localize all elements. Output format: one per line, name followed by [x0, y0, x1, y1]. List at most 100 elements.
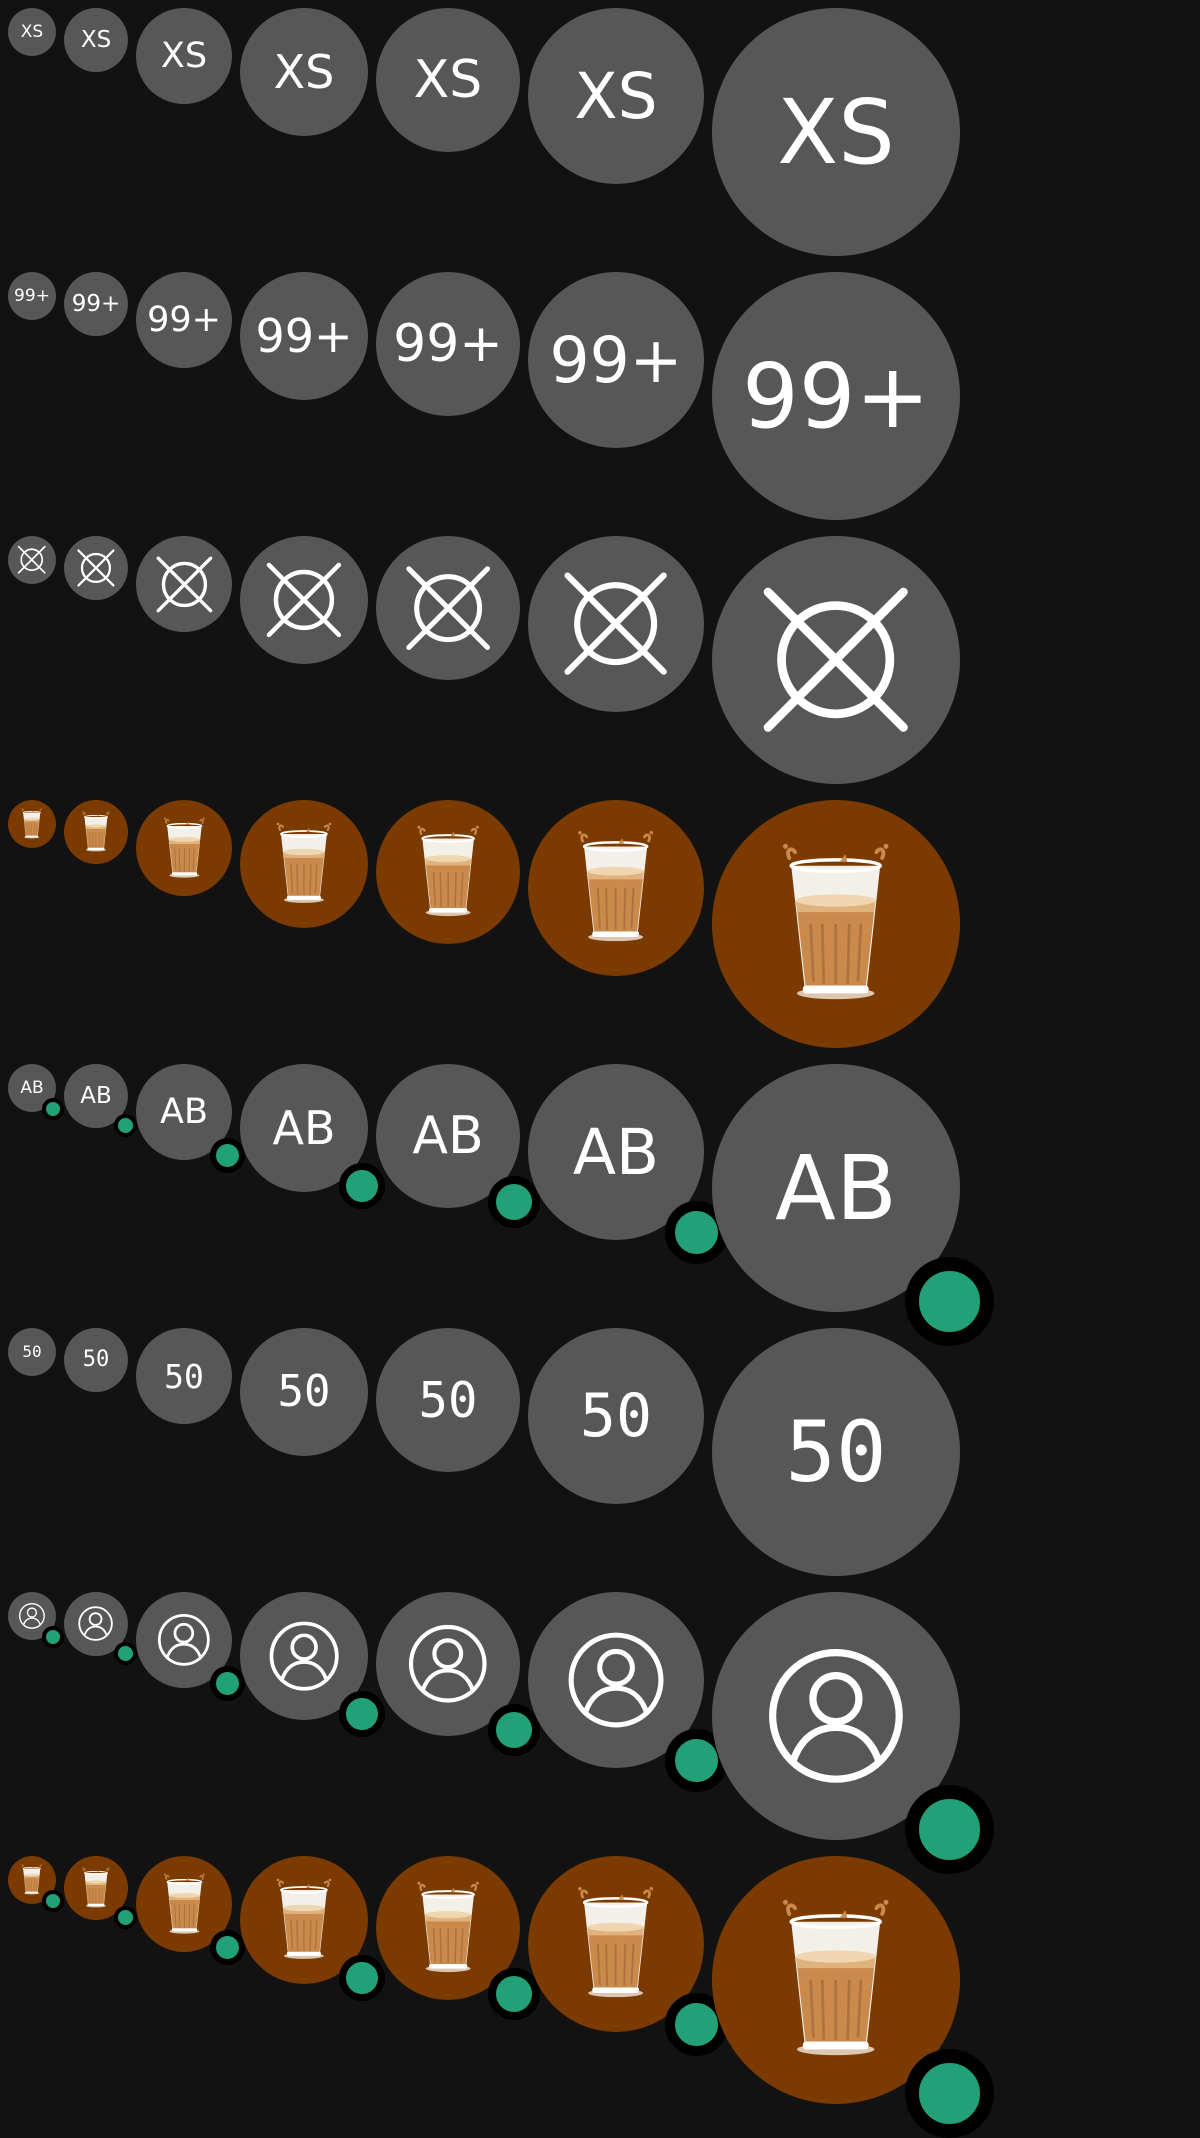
avatar-row-2: 99+ 99+ 99+ 99+ 99+ 99+ 99+	[0, 264, 1200, 528]
no-image-icon	[254, 550, 354, 650]
user-icon	[18, 1602, 46, 1630]
online-status-indicator	[210, 1666, 245, 1701]
avatar-initials: XS	[414, 54, 483, 106]
avatar-xl	[376, 536, 520, 680]
avatar-row-4	[0, 792, 1200, 1056]
avatar-xs	[8, 800, 56, 848]
avatar-sm	[64, 1592, 128, 1656]
avatar-md	[136, 1592, 232, 1688]
avatar-initials: XS	[777, 88, 894, 177]
avatar-initials: 50	[83, 1349, 110, 1371]
avatar-row-5: ABABABABABABAB	[0, 1056, 1200, 1320]
avatar-md	[136, 1856, 232, 1952]
avatar-lg: XS	[240, 8, 368, 136]
avatar-xs: 99+	[8, 272, 56, 320]
chai-glass-image	[739, 1883, 932, 2076]
user-icon	[267, 1619, 341, 1693]
chai-glass-image	[71, 807, 121, 857]
avatar-initials: 99+	[147, 303, 221, 338]
avatar-md: 99+	[136, 272, 232, 368]
chai-glass-image	[147, 811, 222, 886]
avatar-sm	[64, 1856, 128, 1920]
avatar-initials: 50	[164, 1360, 204, 1393]
avatar-xl	[376, 1592, 520, 1736]
chai-glass-image	[254, 814, 354, 914]
online-status-indicator	[42, 1098, 64, 1120]
avatar-3xl	[712, 1592, 960, 1840]
avatar-initials: 50	[580, 1386, 652, 1446]
avatar-sm	[64, 536, 128, 600]
avatar-xl: 50	[376, 1328, 520, 1472]
avatar-xs: 50	[8, 1328, 56, 1376]
avatar-3xl: 50	[712, 1328, 960, 1576]
online-status-indicator	[488, 1968, 540, 2020]
avatar-row-8	[0, 1848, 1200, 2112]
avatar-initials: AB	[412, 1110, 483, 1162]
no-image-icon	[739, 563, 932, 756]
online-status-indicator	[42, 1626, 64, 1648]
avatar-3xl	[712, 536, 960, 784]
avatar-initials: XS	[161, 39, 207, 74]
avatar-xs	[8, 1592, 56, 1640]
chai-glass-image	[13, 805, 50, 842]
avatar-3xl: XS	[712, 8, 960, 256]
avatar-xs: AB	[8, 1064, 56, 1112]
avatar-2xl: 50	[528, 1328, 704, 1504]
avatar-lg	[240, 800, 368, 928]
online-status-indicator	[339, 1163, 385, 1209]
avatar-initials: 99+	[550, 329, 683, 392]
avatar-xl: 99+	[376, 272, 520, 416]
avatar-row-3	[0, 528, 1200, 792]
online-status-indicator	[488, 1176, 540, 1228]
avatar-initials: 99+	[14, 288, 50, 305]
avatar-2xl	[528, 800, 704, 976]
avatar-initials: 50	[278, 1370, 331, 1414]
no-image-icon	[547, 555, 684, 692]
avatar-2xl: XS	[528, 8, 704, 184]
avatar-3xl	[712, 800, 960, 1048]
online-status-indicator	[210, 1138, 245, 1173]
avatar-xs	[8, 1856, 56, 1904]
no-image-icon	[147, 547, 222, 622]
avatar-2xl	[528, 1856, 704, 2032]
chai-glass-image	[547, 1875, 684, 2012]
avatar-xs	[8, 536, 56, 584]
avatar-initials: AB	[80, 1085, 112, 1108]
avatar-xl: XS	[376, 8, 520, 152]
avatar-initials: XS	[81, 29, 111, 52]
avatar-md: 50	[136, 1328, 232, 1424]
avatar-initials: XS	[21, 24, 43, 41]
avatar-xs: XS	[8, 8, 56, 56]
avatar-initials: AB	[573, 1121, 659, 1184]
avatar-md	[136, 800, 232, 896]
avatar-row-6: 50 50 50 50 50 50 50	[0, 1320, 1200, 1584]
online-status-indicator	[339, 1955, 385, 2001]
avatar-initials: 99+	[72, 293, 121, 316]
avatar-initials: 50	[22, 1344, 41, 1360]
avatar-md: AB	[136, 1064, 232, 1160]
avatar-row-1: XS XS XS XS XS XS XS	[0, 0, 1200, 264]
avatar-2xl	[528, 536, 704, 712]
chai-glass-image	[392, 816, 504, 928]
avatar-initials: AB	[160, 1095, 208, 1130]
no-image-icon	[392, 552, 504, 664]
online-status-indicator	[42, 1890, 64, 1912]
avatar-initials: 99+	[255, 313, 352, 359]
chai-glass-image	[71, 1863, 121, 1913]
avatar-lg	[240, 536, 368, 664]
avatar-xl	[376, 800, 520, 944]
no-image-icon	[71, 543, 121, 593]
online-status-indicator	[114, 1642, 137, 1665]
user-icon	[156, 1612, 212, 1668]
avatar-initials: 99+	[393, 318, 503, 370]
avatar-initials: AB	[20, 1080, 43, 1097]
avatar-lg: AB	[240, 1064, 368, 1192]
avatar-2xl: AB	[528, 1064, 704, 1240]
chai-glass-image	[392, 1872, 504, 1984]
no-image-icon	[13, 541, 50, 578]
avatar-3xl: 99+	[712, 272, 960, 520]
avatar-sm: XS	[64, 8, 128, 72]
online-status-indicator	[114, 1906, 137, 1929]
chai-glass-image	[254, 1870, 354, 1970]
avatar-initials: 50	[785, 1410, 886, 1494]
